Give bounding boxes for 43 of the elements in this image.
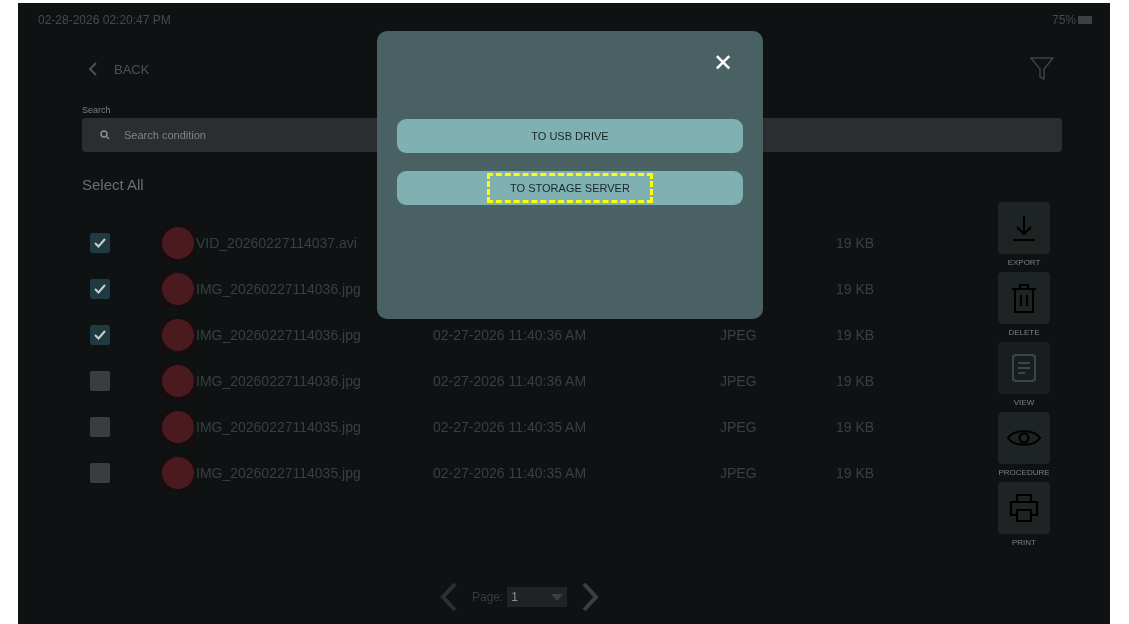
photo-placeholder [160, 409, 196, 445]
document-icon [1011, 353, 1037, 383]
photo-placeholder [160, 271, 196, 307]
tool-label: VIEW [1013, 398, 1035, 407]
photo-placeholder [160, 363, 196, 399]
photo-placeholder [160, 225, 196, 261]
search-icon [100, 130, 110, 140]
chevron-left-icon[interactable] [440, 582, 458, 612]
photo-placeholder [160, 317, 196, 353]
tool-label: PRINT [1012, 538, 1036, 547]
export-option-button[interactable]: TO USB DRIVE [397, 119, 743, 153]
chevron-left-icon [88, 62, 98, 76]
select-all-link[interactable]: Select All [82, 176, 144, 193]
delete-button[interactable] [998, 272, 1050, 324]
battery-icon [1078, 16, 1092, 24]
trash-icon [1009, 282, 1039, 314]
search-label: Search [82, 105, 111, 115]
checkbox[interactable] [90, 417, 110, 437]
tool-label: EXPORT [1007, 258, 1041, 267]
export-button[interactable] [998, 202, 1050, 254]
checkbox[interactable] [90, 371, 110, 391]
procedure-button[interactable] [998, 412, 1050, 464]
tool-label: PROCEDURE [998, 468, 1050, 477]
check-icon [94, 330, 106, 340]
status-datetime: 02-28-2026 02:20:47 PM [38, 13, 171, 27]
caret-icon [551, 593, 564, 601]
eye-icon [1006, 427, 1042, 449]
checkbox[interactable] [90, 279, 110, 299]
check-icon [94, 238, 106, 248]
page-dropdown[interactable]: 1 [507, 587, 568, 607]
check-icon [94, 284, 106, 294]
printer-icon [1008, 493, 1040, 523]
export-option-button[interactable]: TO STORAGE SERVER [397, 171, 743, 205]
battery-percent: 75% [1051, 13, 1076, 27]
chevron-right-icon[interactable] [581, 582, 600, 612]
close-button[interactable]: ✕ [702, 51, 743, 75]
checkbox[interactable] [90, 233, 110, 253]
print-button[interactable] [998, 482, 1050, 534]
filter-icon[interactable] [1030, 56, 1054, 82]
checkbox[interactable] [90, 463, 110, 483]
photo-placeholder [160, 455, 196, 491]
tool-label: DELETE [1008, 328, 1040, 337]
checkbox[interactable] [90, 325, 110, 345]
